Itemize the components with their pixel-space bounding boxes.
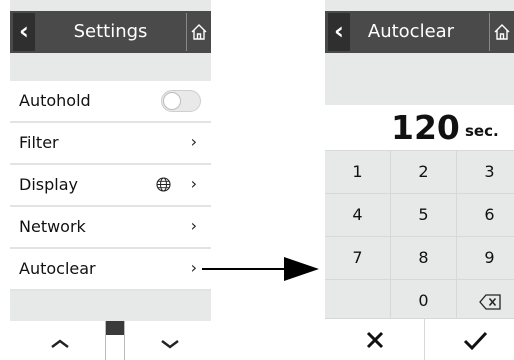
key-6[interactable]: 6: [457, 194, 514, 236]
checkmark-icon: [463, 331, 487, 351]
menu-item-label: Filter: [19, 133, 59, 152]
key-0[interactable]: 0: [391, 280, 457, 322]
backspace-button[interactable]: [457, 280, 514, 322]
key-7[interactable]: 7: [325, 237, 391, 279]
backspace-icon: [478, 293, 501, 310]
key-2[interactable]: 2: [391, 151, 457, 193]
back-button[interactable]: ‹: [328, 13, 350, 51]
close-icon: [366, 331, 383, 349]
settings-screen: ‹ Settings Autohold Filter › Display › N…: [10, 0, 211, 360]
keypad-row: 0: [325, 279, 514, 322]
page-title: Settings: [73, 21, 148, 42]
key-9[interactable]: 9: [457, 237, 514, 279]
menu-item-filter[interactable]: Filter ›: [10, 123, 211, 165]
autohold-toggle[interactable]: [161, 90, 201, 112]
key-4[interactable]: 4: [325, 194, 391, 236]
back-button[interactable]: ‹: [13, 13, 35, 51]
scroll-bar-area: [10, 321, 211, 360]
menu-item-autohold[interactable]: Autohold: [10, 81, 211, 123]
key-5[interactable]: 5: [391, 194, 457, 236]
globe-icon: [156, 177, 171, 192]
chevron-up-icon: [51, 339, 69, 348]
menu-item-network[interactable]: Network ›: [10, 207, 211, 249]
key-8[interactable]: 8: [391, 237, 457, 279]
value-display: 120 sec.: [325, 105, 514, 150]
menu-item-autoclear[interactable]: Autoclear ›: [10, 249, 211, 291]
scrollbar-thumb[interactable]: [106, 321, 124, 335]
action-bar: [325, 318, 514, 360]
chevron-right-icon: ›: [190, 174, 197, 193]
numeric-keypad: 1 2 3 4 5 6 7 8 9 0: [325, 150, 514, 322]
autoclear-screen: ‹ Autoclear 120 sec. 1 2 3 4 5 6 7 8 9 0: [325, 0, 514, 360]
keypad-row: 1 2 3: [325, 150, 514, 193]
home-icon: [191, 24, 207, 40]
key-3[interactable]: 3: [457, 151, 514, 193]
scrollbar[interactable]: [105, 321, 125, 360]
home-icon: [494, 24, 510, 40]
settings-title-bar: ‹ Settings: [10, 11, 211, 53]
scroll-down-button[interactable]: [150, 329, 190, 357]
key-empty: [325, 280, 391, 322]
confirm-button[interactable]: [425, 319, 514, 360]
menu-item-display[interactable]: Display ›: [10, 165, 211, 207]
keypad-row: 7 8 9: [325, 236, 514, 279]
unit-label: sec.: [465, 122, 499, 140]
menu-item-label: Display: [19, 175, 78, 194]
toggle-knob: [163, 92, 181, 110]
home-button[interactable]: [489, 13, 514, 51]
keypad-row: 4 5 6: [325, 193, 514, 236]
menu-item-label: Network: [19, 217, 86, 236]
settings-menu: Autohold Filter › Display › Network › Au…: [10, 81, 211, 291]
transition-arrow-icon: [202, 257, 319, 281]
home-button[interactable]: [186, 13, 211, 51]
scroll-up-button[interactable]: [40, 329, 80, 357]
chevron-right-icon: ›: [190, 132, 197, 151]
autoclear-value: 120: [391, 108, 460, 147]
cancel-button[interactable]: [325, 319, 425, 360]
chevron-down-icon: [161, 340, 179, 349]
menu-item-label: Autohold: [19, 91, 91, 110]
page-title: Autoclear: [367, 21, 455, 42]
key-1[interactable]: 1: [325, 151, 391, 193]
autoclear-title-bar: ‹ Autoclear: [325, 11, 514, 53]
menu-item-label: Autoclear: [19, 259, 96, 278]
chevron-right-icon: ›: [190, 258, 197, 277]
chevron-right-icon: ›: [190, 216, 197, 235]
